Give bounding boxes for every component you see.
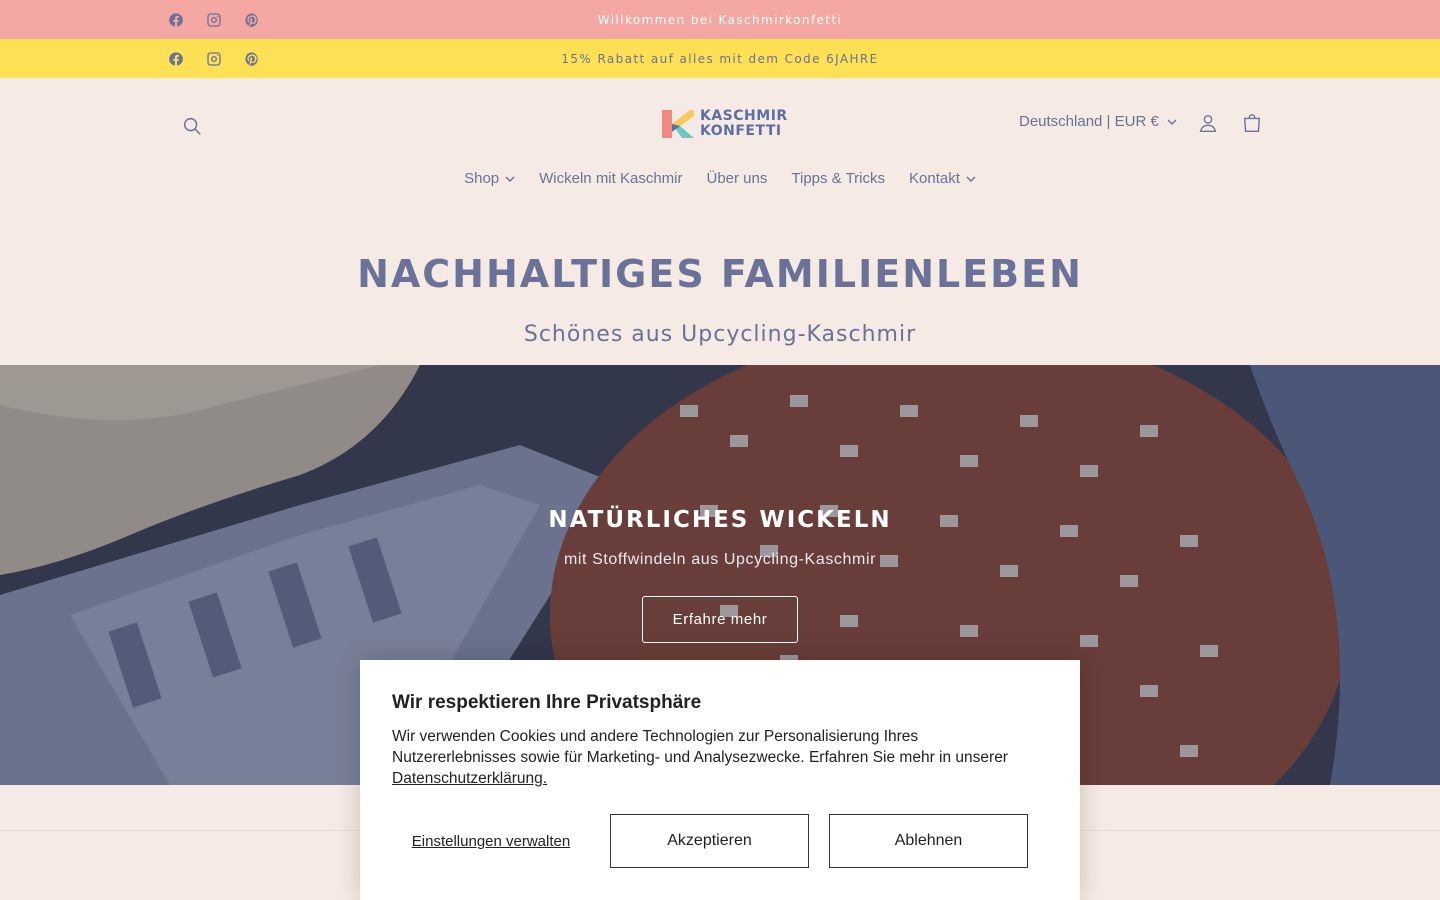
site-header: KASCHMIR KONFETTI Deutschland | EUR € Sh…: [0, 78, 1440, 366]
cookie-buttons: Einstellungen verwalten Akzeptieren Able…: [392, 814, 1028, 868]
nav-item-label: Shop: [464, 170, 500, 187]
hero-subtitle: Schönes aus Upcycling-Kaschmir: [523, 322, 917, 347]
cart-button[interactable]: [1236, 107, 1268, 139]
banner-title: NATÜRLICHES WICKELN: [548, 507, 892, 533]
reject-button[interactable]: Ablehnen: [829, 814, 1028, 868]
pinterest-icon[interactable]: [242, 10, 262, 30]
nav-item-wickeln[interactable]: Wickeln mit Kaschmir: [527, 170, 694, 187]
hero-title: NACHHALTIGES FAMILIENLEBEN: [357, 252, 1083, 296]
manage-settings-button[interactable]: Einstellungen verwalten: [392, 814, 590, 868]
locale-label: Deutschland | EUR €: [1019, 113, 1159, 130]
nav-item-label: Tipps & Tricks: [791, 170, 886, 187]
welcome-message: Willkommen bei Kaschmirkonfetti: [597, 12, 843, 27]
announcement-bar-top: Willkommen bei Kaschmirkonfetti: [0, 0, 1440, 39]
nav-item-tipps[interactable]: Tipps & Tricks: [779, 170, 897, 187]
chevron-down-icon: [966, 176, 976, 182]
account-button[interactable]: [1192, 107, 1224, 139]
instagram-icon[interactable]: [204, 10, 224, 30]
site-logo[interactable]: KASCHMIR KONFETTI: [660, 104, 787, 144]
chevron-down-icon: [1167, 119, 1177, 125]
cookie-title: Wir respektieren Ihre Privatsphäre: [392, 692, 702, 713]
nav-item-kontakt[interactable]: Kontakt: [897, 170, 988, 187]
bag-icon: [1243, 114, 1261, 132]
search-button[interactable]: [176, 110, 208, 142]
facebook-icon[interactable]: [166, 49, 186, 69]
nav-item-label: Über uns: [706, 170, 768, 187]
facebook-icon[interactable]: [166, 10, 186, 30]
privacy-policy-link[interactable]: Datenschutzerklärung.: [392, 770, 547, 787]
search-icon: [183, 117, 201, 135]
accept-button[interactable]: Akzeptieren: [610, 814, 809, 868]
social-links-top: [166, 0, 262, 39]
main-navigation: Shop Wickeln mit Kaschmir Über uns Tipps…: [0, 170, 1440, 187]
cookie-text: Wir verwenden Cookies und andere Technol…: [392, 726, 1032, 789]
chevron-down-icon: [505, 176, 515, 182]
cookie-body: Wir verwenden Cookies und andere Technol…: [392, 728, 1008, 766]
learn-more-button[interactable]: Erfahre mehr: [642, 596, 798, 643]
logo-mark: [660, 106, 696, 142]
nav-item-label: Kontakt: [909, 170, 960, 187]
nav-item-ueber-uns[interactable]: Über uns: [695, 170, 780, 187]
pinterest-icon[interactable]: [242, 49, 262, 69]
nav-item-shop[interactable]: Shop: [452, 170, 527, 187]
nav-item-label: Wickeln mit Kaschmir: [539, 170, 683, 187]
logo-text-line2: KONFETTI: [700, 123, 782, 139]
social-links-promo: [166, 39, 262, 78]
logo-text-line1: KASCHMIR: [700, 108, 788, 124]
cookie-consent-dialog: Wir respektieren Ihre Privatsphäre Wir v…: [360, 660, 1080, 900]
banner-subtitle: mit Stoffwindeln aus Upcycling-Kaschmir: [563, 551, 877, 568]
instagram-icon[interactable]: [204, 49, 224, 69]
promo-message: 15% Rabatt auf alles mit dem Code 6JAHRE: [561, 51, 879, 66]
country-currency-selector[interactable]: Deutschland | EUR €: [1019, 113, 1177, 130]
user-icon: [1199, 114, 1217, 132]
announcement-bar-promo: 15% Rabatt auf alles mit dem Code 6JAHRE: [0, 39, 1440, 78]
